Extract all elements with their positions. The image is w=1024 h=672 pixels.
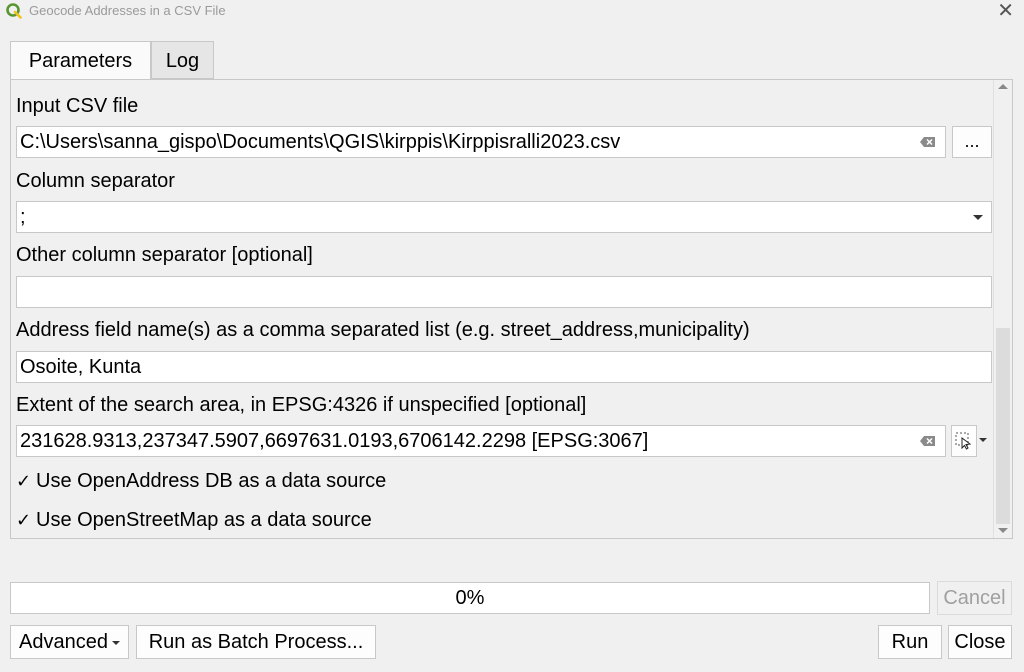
use-osm-label: Use OpenStreetMap as a data source — [36, 509, 372, 531]
parameters-panel: Input CSV file C:\Users\sanna_gispo\Docu… — [10, 79, 1013, 539]
tab-log[interactable]: Log — [151, 41, 214, 79]
close-button[interactable]: Close — [948, 625, 1012, 659]
progress-text: 0% — [455, 587, 485, 609]
column-separator-value: ; — [20, 206, 26, 228]
browse-button[interactable]: ... — [952, 126, 992, 158]
advanced-label: Advanced — [19, 631, 108, 653]
address-fields-input[interactable]: Osoite, Kunta — [16, 351, 992, 383]
qgis-logo-icon — [6, 3, 22, 19]
chevron-down-icon[interactable] — [979, 438, 987, 442]
advanced-button[interactable]: Advanced — [10, 625, 129, 659]
column-separator-select[interactable]: ; — [16, 201, 992, 233]
scrollbar-track[interactable] — [996, 328, 1010, 524]
chevron-down-icon — [973, 215, 983, 220]
extent-select-button[interactable] — [951, 425, 977, 457]
close-window-icon[interactable]: ✕ — [997, 0, 1014, 22]
checkmark-icon: ✓ — [16, 471, 32, 491]
chevron-down-icon — [111, 640, 120, 645]
address-fields-label: Address field name(s) as a comma separat… — [16, 319, 750, 341]
cancel-button[interactable]: Cancel — [937, 581, 1012, 615]
use-osm-checkbox[interactable]: ✓ Use OpenStreetMap as a data source — [16, 509, 372, 532]
vertical-scrollbar[interactable] — [993, 80, 1012, 538]
address-fields-value: Osoite, Kunta — [20, 356, 142, 378]
run-batch-button[interactable]: Run as Batch Process... — [136, 625, 376, 659]
clear-field-icon[interactable] — [920, 435, 936, 447]
scrollbar-thumb[interactable] — [996, 94, 1010, 328]
input-csv-field[interactable]: C:\Users\sanna_gispo\Documents\QGIS\kirp… — [16, 126, 946, 158]
scroll-up-icon[interactable] — [998, 84, 1008, 89]
extent-value: 231628.9313,237347.5907,6697631.0193,670… — [20, 430, 649, 452]
other-separator-label: Other column separator [optional] — [16, 244, 313, 266]
extent-input[interactable]: 231628.9313,237347.5907,6697631.0193,670… — [16, 425, 946, 457]
run-button[interactable]: Run — [878, 625, 942, 659]
scroll-down-icon[interactable] — [998, 528, 1008, 533]
tab-parameters[interactable]: Parameters — [10, 41, 151, 80]
window-title: Geocode Addresses in a CSV File — [29, 3, 226, 18]
title-bar: Geocode Addresses in a CSV File ✕ — [0, 0, 1024, 24]
clear-field-icon[interactable] — [920, 136, 936, 148]
input-csv-value: C:\Users\sanna_gispo\Documents\QGIS\kirp… — [20, 131, 621, 153]
column-separator-label: Column separator — [16, 170, 175, 192]
progress-bar: 0% — [10, 582, 930, 614]
other-separator-input[interactable] — [16, 276, 992, 308]
map-select-cursor-icon — [955, 432, 972, 450]
extent-label: Extent of the search area, in EPSG:4326 … — [16, 394, 587, 416]
use-openaddress-label: Use OpenAddress DB as a data source — [36, 470, 387, 492]
use-openaddress-checkbox[interactable]: ✓ Use OpenAddress DB as a data source — [16, 470, 386, 493]
checkmark-icon: ✓ — [16, 510, 32, 530]
input-csv-label: Input CSV file — [16, 95, 139, 117]
